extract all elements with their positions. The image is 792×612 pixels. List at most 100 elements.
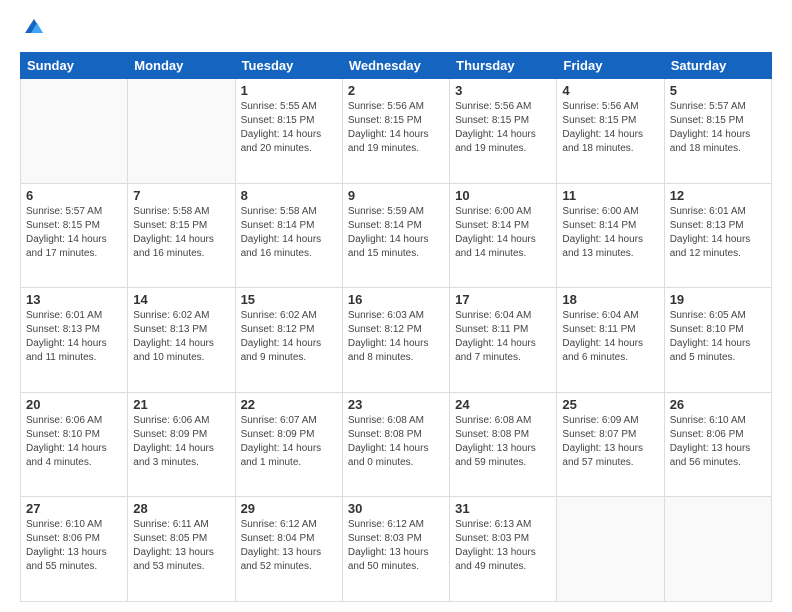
table-row: 27Sunrise: 6:10 AM Sunset: 8:06 PM Dayli… xyxy=(21,497,128,602)
table-row: 19 Sunrise: 6:05 AM Sunset: 8:10 PM Dayli… xyxy=(664,288,771,393)
day-number: 16 xyxy=(348,292,444,307)
day-info: Sunrise: 5:57 AM Sunset: 8:15 PM Dayligh… xyxy=(670,100,766,156)
day-number: 26 xyxy=(670,397,766,412)
table-row: 5 Sunrise: 5:57 AM Sunset: 8:15 PM Daylig… xyxy=(664,79,771,184)
day-number: 2 xyxy=(348,83,444,98)
table-row: 12Sunrise: 6:01 AM Sunset: 8:13 PM Dayli… xyxy=(664,183,771,288)
logo-text xyxy=(20,15,45,42)
calendar-week-row: 1 Sunrise: 5:55 AM Sunset: 8:15 PM Daylig… xyxy=(21,79,772,184)
calendar-week-row: 6 Sunrise: 5:57 AM Sunset: 8:15 PM Daylig… xyxy=(21,183,772,288)
table-row: 15 Sunrise: 6:02 AM Sunset: 8:12 PM Dayli… xyxy=(235,288,342,393)
day-info: Sunrise: 5:56 AM Sunset: 8:15 PM Dayligh… xyxy=(455,100,551,156)
table-row: 6 Sunrise: 5:57 AM Sunset: 8:15 PM Daylig… xyxy=(21,183,128,288)
day-number: 25 xyxy=(562,397,658,412)
table-row: 30 Sunrise: 6:12 AM Sunset: 8:03 PM Dayli… xyxy=(342,497,449,602)
calendar-day-header: Tuesday xyxy=(235,53,342,79)
table-row: 31 Sunrise: 6:13 AM Sunset: 8:03 PM Dayli… xyxy=(450,497,557,602)
day-info: Sunrise: 6:10 AM Sunset: 8:06 PM Dayligh… xyxy=(670,414,766,470)
day-number: 29 xyxy=(241,501,337,516)
day-number: 18 xyxy=(562,292,658,307)
day-number: 30 xyxy=(348,501,444,516)
day-number: 7 xyxy=(133,188,229,203)
day-number: 10 xyxy=(455,188,551,203)
day-info: Sunrise: 6:00 AM Sunset: 8:14 PM Dayligh… xyxy=(455,205,551,261)
day-info: Sunrise: 6:13 AM Sunset: 8:03 PM Dayligh… xyxy=(455,518,551,574)
table-row: 25 Sunrise: 6:09 AM Sunset: 8:07 PM Dayli… xyxy=(557,392,664,497)
day-number: 3 xyxy=(455,83,551,98)
calendar-day-header: Thursday xyxy=(450,53,557,79)
day-info: Sunrise: 6:12 AM Sunset: 8:03 PM Dayligh… xyxy=(348,518,444,574)
table-row: 2 Sunrise: 5:56 AM Sunset: 8:15 PM Daylig… xyxy=(342,79,449,184)
day-number: 14 xyxy=(133,292,229,307)
day-number: 11 xyxy=(562,188,658,203)
day-info: Sunrise: 5:59 AM Sunset: 8:14 PM Dayligh… xyxy=(348,205,444,261)
day-number: 22 xyxy=(241,397,337,412)
day-number: 1 xyxy=(241,83,337,98)
table-row: 17Sunrise: 6:04 AM Sunset: 8:11 PM Dayli… xyxy=(450,288,557,393)
table-row: 28Sunrise: 6:11 AM Sunset: 8:05 PM Dayli… xyxy=(128,497,235,602)
day-info: Sunrise: 5:56 AM Sunset: 8:15 PM Dayligh… xyxy=(562,100,658,156)
calendar-day-header: Friday xyxy=(557,53,664,79)
table-row: 16Sunrise: 6:03 AM Sunset: 8:12 PM Dayli… xyxy=(342,288,449,393)
calendar-day-header: Sunday xyxy=(21,53,128,79)
calendar-week-row: 20 Sunrise: 6:06 AM Sunset: 8:10 PM Dayli… xyxy=(21,392,772,497)
day-info: Sunrise: 6:00 AM Sunset: 8:14 PM Dayligh… xyxy=(562,205,658,261)
table-row: 10 Sunrise: 6:00 AM Sunset: 8:14 PM Dayli… xyxy=(450,183,557,288)
day-number: 24 xyxy=(455,397,551,412)
day-number: 8 xyxy=(241,188,337,203)
day-info: Sunrise: 6:05 AM Sunset: 8:10 PM Dayligh… xyxy=(670,309,766,365)
table-row: 11 Sunrise: 6:00 AM Sunset: 8:14 PM Dayli… xyxy=(557,183,664,288)
table-row xyxy=(21,79,128,184)
day-info: Sunrise: 5:55 AM Sunset: 8:15 PM Dayligh… xyxy=(241,100,337,156)
day-info: Sunrise: 6:10 AM Sunset: 8:06 PM Dayligh… xyxy=(26,518,122,574)
day-number: 13 xyxy=(26,292,122,307)
day-number: 31 xyxy=(455,501,551,516)
day-info: Sunrise: 6:08 AM Sunset: 8:08 PM Dayligh… xyxy=(348,414,444,470)
table-row: 20 Sunrise: 6:06 AM Sunset: 8:10 PM Dayli… xyxy=(21,392,128,497)
table-row: 8Sunrise: 5:58 AM Sunset: 8:14 PM Daylig… xyxy=(235,183,342,288)
day-info: Sunrise: 6:02 AM Sunset: 8:12 PM Dayligh… xyxy=(241,309,337,365)
calendar-day-header: Monday xyxy=(128,53,235,79)
calendar-day-header: Wednesday xyxy=(342,53,449,79)
table-row: 1 Sunrise: 5:55 AM Sunset: 8:15 PM Daylig… xyxy=(235,79,342,184)
day-info: Sunrise: 6:06 AM Sunset: 8:09 PM Dayligh… xyxy=(133,414,229,470)
day-info: Sunrise: 6:06 AM Sunset: 8:10 PM Dayligh… xyxy=(26,414,122,470)
day-info: Sunrise: 6:08 AM Sunset: 8:08 PM Dayligh… xyxy=(455,414,551,470)
logo xyxy=(20,15,45,42)
table-row: 4 Sunrise: 5:56 AM Sunset: 8:15 PM Daylig… xyxy=(557,79,664,184)
calendar-header-row: SundayMondayTuesdayWednesdayThursdayFrid… xyxy=(21,53,772,79)
day-number: 4 xyxy=(562,83,658,98)
day-info: Sunrise: 6:12 AM Sunset: 8:04 PM Dayligh… xyxy=(241,518,337,574)
day-number: 20 xyxy=(26,397,122,412)
table-row: 22Sunrise: 6:07 AM Sunset: 8:09 PM Dayli… xyxy=(235,392,342,497)
day-number: 5 xyxy=(670,83,766,98)
day-info: Sunrise: 6:04 AM Sunset: 8:11 PM Dayligh… xyxy=(562,309,658,365)
table-row: 18 Sunrise: 6:04 AM Sunset: 8:11 PM Dayli… xyxy=(557,288,664,393)
table-row xyxy=(557,497,664,602)
table-row: 24 Sunrise: 6:08 AM Sunset: 8:08 PM Dayli… xyxy=(450,392,557,497)
day-number: 9 xyxy=(348,188,444,203)
day-info: Sunrise: 6:09 AM Sunset: 8:07 PM Dayligh… xyxy=(562,414,658,470)
table-row: 7Sunrise: 5:58 AM Sunset: 8:15 PM Daylig… xyxy=(128,183,235,288)
day-number: 12 xyxy=(670,188,766,203)
header xyxy=(20,15,772,42)
calendar-week-row: 13 Sunrise: 6:01 AM Sunset: 8:13 PM Dayli… xyxy=(21,288,772,393)
table-row: 13 Sunrise: 6:01 AM Sunset: 8:13 PM Dayli… xyxy=(21,288,128,393)
day-number: 6 xyxy=(26,188,122,203)
day-number: 19 xyxy=(670,292,766,307)
table-row xyxy=(664,497,771,602)
day-info: Sunrise: 6:11 AM Sunset: 8:05 PM Dayligh… xyxy=(133,518,229,574)
calendar-day-header: Saturday xyxy=(664,53,771,79)
calendar-table: SundayMondayTuesdayWednesdayThursdayFrid… xyxy=(20,52,772,602)
day-info: Sunrise: 6:02 AM Sunset: 8:13 PM Dayligh… xyxy=(133,309,229,365)
table-row: 3 Sunrise: 5:56 AM Sunset: 8:15 PM Daylig… xyxy=(450,79,557,184)
day-info: Sunrise: 6:01 AM Sunset: 8:13 PM Dayligh… xyxy=(26,309,122,365)
day-number: 15 xyxy=(241,292,337,307)
table-row: 29 Sunrise: 6:12 AM Sunset: 8:04 PM Dayli… xyxy=(235,497,342,602)
table-row xyxy=(128,79,235,184)
table-row: 26 Sunrise: 6:10 AM Sunset: 8:06 PM Dayli… xyxy=(664,392,771,497)
table-row: 9 Sunrise: 5:59 AM Sunset: 8:14 PM Daylig… xyxy=(342,183,449,288)
day-number: 23 xyxy=(348,397,444,412)
day-info: Sunrise: 5:56 AM Sunset: 8:15 PM Dayligh… xyxy=(348,100,444,156)
day-info: Sunrise: 5:57 AM Sunset: 8:15 PM Dayligh… xyxy=(26,205,122,261)
